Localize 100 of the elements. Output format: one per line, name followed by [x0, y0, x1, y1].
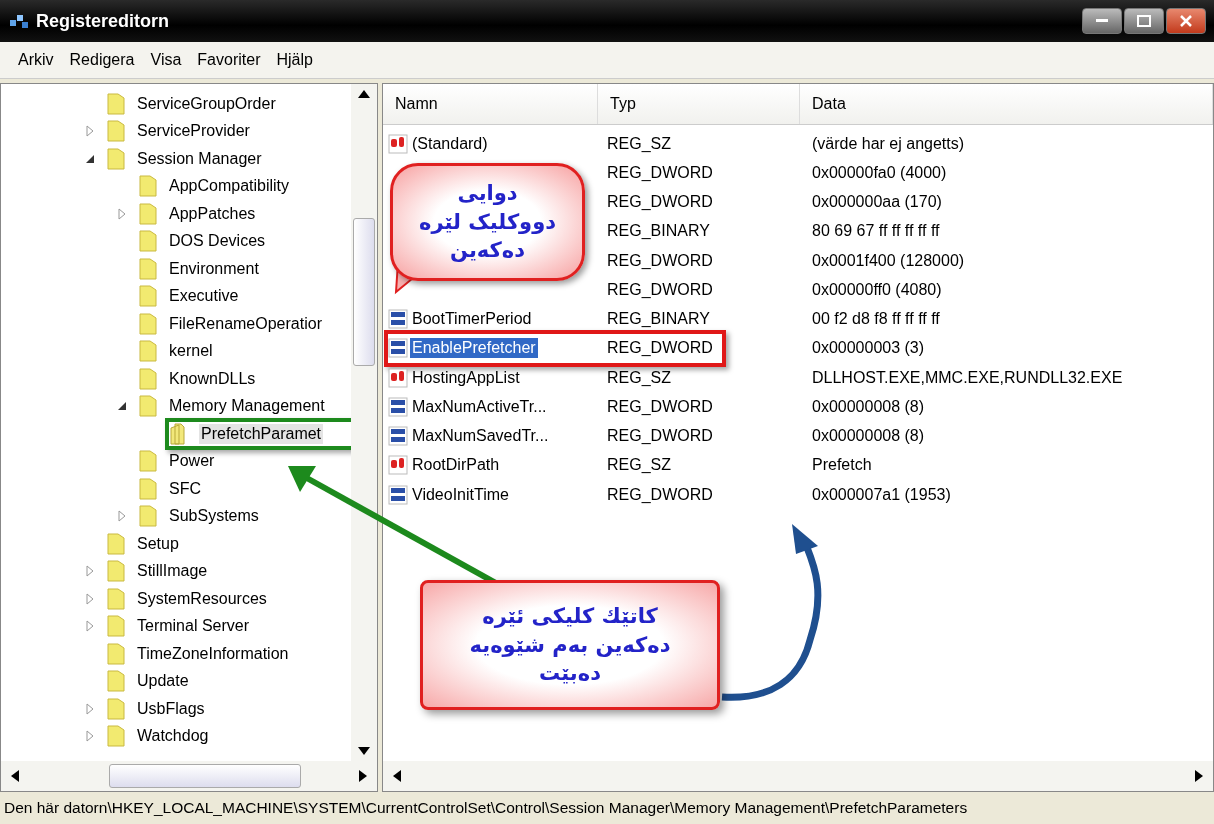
tree-item[interactable]: AppPatches [167, 203, 258, 224]
tree-item[interactable]: Memory Management [167, 396, 327, 417]
window-title: Registereditorn [36, 10, 170, 32]
folder-icon [105, 669, 127, 694]
value-name[interactable]: MaxNumSavedTr... [410, 426, 551, 446]
collapsed-triangle-icon[interactable] [86, 620, 94, 633]
value-name[interactable]: BootTimerPeriod [410, 309, 534, 329]
tree-item[interactable]: Terminal Server [135, 616, 252, 637]
expanded-triangle-icon[interactable] [86, 154, 94, 163]
collapsed-triangle-icon[interactable] [86, 565, 94, 578]
folder-icon [137, 339, 159, 364]
note-text: دەکەین بەم شێوەیە [469, 631, 671, 659]
scroll-thumb[interactable] [353, 218, 375, 366]
value-name[interactable]: HostingAppList [410, 367, 522, 388]
value-type: REG_BINARY [606, 310, 711, 328]
vertical-scrollbar[interactable] [351, 84, 377, 761]
tree-item[interactable]: Update [135, 671, 191, 692]
column-header[interactable]: Data [800, 84, 1213, 124]
tree-item[interactable]: Watchdog [135, 726, 211, 747]
value-name[interactable]: EnablePrefetcher [410, 338, 538, 359]
value-data: 00 f2 d8 f8 ff ff ff ff [811, 310, 941, 328]
note-text: دەبێت [539, 660, 601, 688]
right-arrow-icon[interactable] [359, 770, 367, 782]
value-name[interactable]: RootDirPath [410, 455, 502, 476]
down-arrow-icon[interactable] [358, 747, 370, 755]
status-bar-path: Den här datorn\HKEY_LOCAL_MACHINE\SYSTEM\CurrentControlSet\Control\Session Manager\Memory Management\PrefetchParameters [0, 792, 1214, 824]
minimize-button[interactable] [1082, 8, 1122, 34]
folder-icon [137, 504, 159, 529]
horizontal-scrollbar[interactable] [1, 761, 377, 791]
menu-item[interactable]: Arkiv [10, 51, 62, 69]
binary-value-icon [388, 484, 408, 505]
tree-item[interactable]: SFC [167, 478, 203, 499]
tree-item[interactable]: kernel [167, 341, 215, 362]
binary-value-icon [388, 426, 408, 446]
value-type: REG_SZ [606, 456, 672, 475]
folder-icon [137, 476, 159, 501]
value-name[interactable]: VideoInitTime [410, 484, 511, 505]
tree-item[interactable]: ServiceGroupOrder [135, 93, 278, 114]
left-arrow-icon[interactable] [11, 770, 19, 782]
binary-value-icon [388, 396, 408, 417]
collapsed-triangle-icon[interactable] [118, 207, 126, 220]
collapsed-triangle-icon[interactable] [86, 730, 94, 743]
value-name[interactable]: MaxNumActiveTr... [410, 396, 549, 417]
folder-icon [105, 119, 127, 144]
tree-item[interactable]: Session Manager [135, 148, 264, 169]
value-type: REG_DWORD [606, 280, 714, 299]
menu-item[interactable]: Hjälp [268, 51, 321, 69]
value-type: REG_SZ [606, 368, 672, 387]
tree-item[interactable]: StillImage [135, 561, 210, 582]
value-data: 80 69 67 ff ff ff ff ff [811, 222, 941, 241]
tree-item[interactable]: Executive [167, 286, 241, 307]
note-text: دوایی [457, 180, 518, 208]
collapsed-triangle-icon[interactable] [86, 702, 94, 715]
folder-icon [137, 229, 159, 254]
collapsed-triangle-icon[interactable] [118, 510, 126, 523]
left-arrow-icon[interactable] [393, 770, 401, 782]
tree-item[interactable]: AppCompatibility [167, 176, 292, 197]
value-name[interactable]: (Standard) [410, 133, 490, 154]
column-header[interactable]: Namn [383, 84, 598, 124]
string-value-icon [388, 455, 408, 476]
value-type: REG_DWORD [606, 397, 714, 416]
menu-item[interactable]: Visa [142, 51, 190, 69]
folder-icon [105, 641, 127, 666]
tree-item[interactable]: ServiceProvider [135, 121, 252, 142]
expanded-triangle-icon[interactable] [118, 402, 126, 411]
tree-item[interactable]: SubSystems [167, 506, 261, 527]
column-header[interactable]: Typ [598, 84, 800, 124]
tree-item[interactable]: Power [167, 451, 217, 472]
tree-item[interactable]: UsbFlags [135, 698, 207, 719]
collapsed-triangle-icon[interactable] [86, 592, 94, 605]
collapsed-triangle-icon[interactable] [86, 125, 94, 138]
tree-item[interactable]: FileRenameOperatior [167, 313, 324, 334]
scroll-thumb[interactable] [109, 764, 301, 788]
right-arrow-icon[interactable] [1195, 770, 1203, 782]
tree-item[interactable]: Setup [135, 533, 181, 554]
note-text: کاتێك کلیکی ئێره [482, 603, 658, 631]
folder-icon [105, 559, 127, 584]
value-type: REG_DWORD [606, 163, 714, 182]
value-type: REG_SZ [606, 134, 672, 153]
menu-item[interactable]: Redigera [61, 51, 143, 69]
folder-icon [105, 91, 127, 116]
menu-item[interactable]: Favoriter [189, 51, 269, 69]
close-button[interactable] [1166, 8, 1206, 34]
note-text: دووکلیک لێره [419, 208, 556, 236]
folder-icon [105, 586, 127, 611]
tree-item[interactable]: Environment [167, 258, 261, 279]
tree-item[interactable]: SystemResources [135, 588, 269, 609]
tree-item[interactable]: KnownDLLs [167, 368, 258, 389]
minimize-icon [1096, 19, 1108, 23]
tree-item[interactable]: PrefetchParamet [199, 423, 324, 444]
tree-item[interactable]: DOS Devices [167, 231, 268, 252]
folder-icon [137, 201, 159, 226]
tree-item[interactable]: TimeZoneInformation [135, 643, 291, 664]
up-arrow-icon[interactable] [358, 90, 370, 98]
value-data: (värde har ej angetts) [811, 134, 966, 153]
maximize-button[interactable] [1124, 8, 1164, 34]
horizontal-scrollbar[interactable] [383, 761, 1213, 791]
binary-value-icon [388, 338, 408, 359]
value-type: REG_DWORD [606, 427, 714, 445]
value-data: 0x00000003 (3) [811, 339, 926, 358]
